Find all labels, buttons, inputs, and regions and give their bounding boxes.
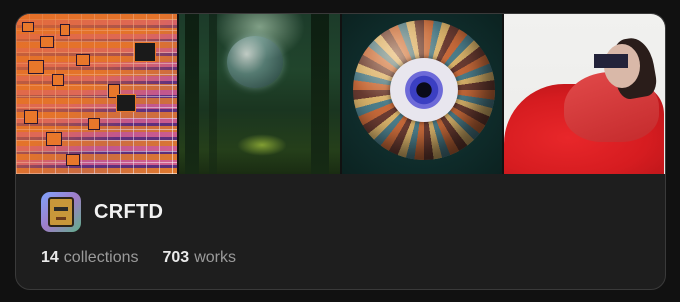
thumbnail-red-dress[interactable] — [504, 14, 665, 174]
thumbnail-strip — [16, 14, 665, 174]
collections-stat: 14 collections — [41, 249, 139, 267]
mosaic-tile — [40, 36, 54, 48]
tree-trunk — [208, 14, 217, 174]
mosaic-tile — [28, 60, 44, 74]
works-stat: 703 works — [163, 249, 236, 267]
works-label: works — [194, 249, 236, 266]
eye-iris — [389, 58, 458, 122]
thumbnail-eye[interactable] — [341, 14, 503, 174]
mosaic-tile — [134, 42, 156, 62]
bubble-shape — [226, 36, 283, 88]
mosaic-tile — [60, 24, 70, 36]
tree-trunk — [184, 14, 199, 174]
collections-count: 14 — [41, 249, 59, 266]
creator-card[interactable]: CRFTD 14 collections 703 works — [15, 13, 666, 290]
tree-trunk — [310, 14, 329, 174]
mosaic-tile — [76, 54, 90, 66]
avatar-face — [48, 197, 74, 227]
creator-name[interactable]: CRFTD — [94, 201, 163, 224]
mosaic-tile — [66, 154, 80, 166]
eye-band — [594, 54, 629, 68]
pixel-avatar-icon[interactable] — [41, 192, 81, 232]
thumbnail-mosaic[interactable] — [16, 14, 177, 174]
works-count: 703 — [162, 249, 190, 266]
forest-glow — [236, 134, 287, 156]
mosaic-tile — [52, 74, 64, 86]
mosaic-tile — [116, 94, 136, 112]
collections-label: collections — [63, 249, 139, 266]
mosaic-tile — [88, 118, 100, 130]
creator-stats: 14 collections 703 works — [41, 249, 236, 267]
mosaic-tile — [24, 110, 38, 124]
thumbnail-forest[interactable] — [178, 14, 340, 174]
mosaic-tile — [46, 132, 62, 146]
mosaic-tile — [22, 22, 34, 32]
